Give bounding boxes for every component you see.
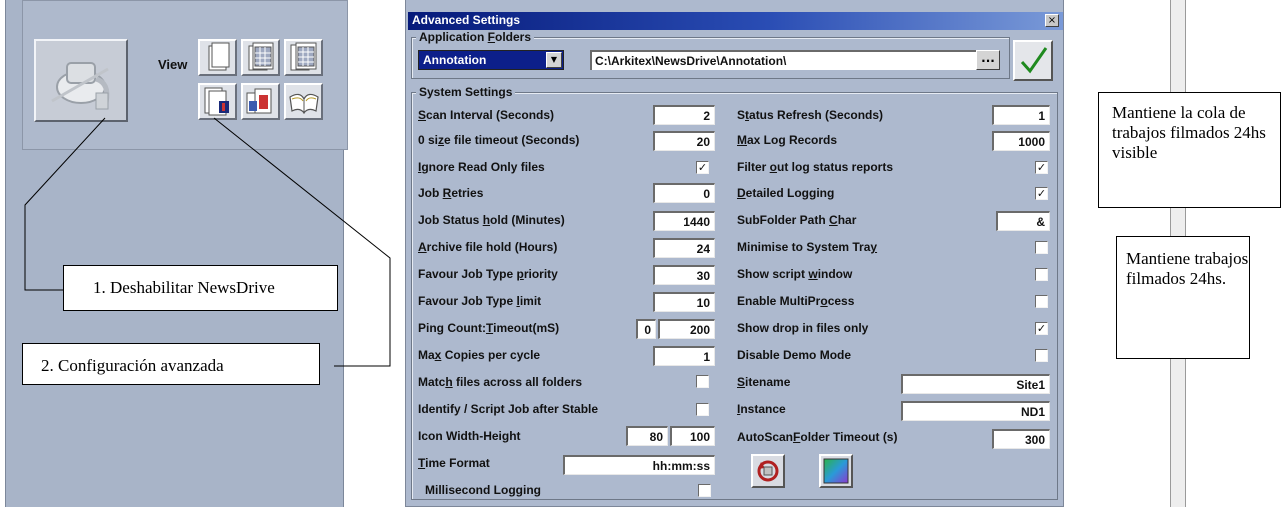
ignore-read-only-checkbox[interactable]: ✓ <box>696 161 709 174</box>
time-format-input[interactable]: hh:mm:ss <box>563 455 715 475</box>
application-folders-label: Application Folders <box>416 30 535 44</box>
chevron-down-icon[interactable]: ▼ <box>546 52 562 68</box>
instance-input[interactable]: ND1 <box>901 401 1050 421</box>
subfolder-char-label: SubFolder Path Char <box>737 213 857 227</box>
favour-limit-input[interactable]: 10 <box>653 292 715 312</box>
millisecond-logging-checkbox[interactable] <box>698 484 711 497</box>
note-queue-visible: Mantiene la cola de trabajos filmados 24… <box>1098 92 1281 208</box>
icon-width-height-label: Icon Width-Height <box>418 429 521 443</box>
instance-label: Instance <box>737 402 786 416</box>
autoscan-timeout-input[interactable]: 300 <box>992 429 1050 449</box>
favour-limit-label: Favour Job Type limit <box>418 294 542 308</box>
filter-log-checkbox[interactable]: ✓ <box>1035 161 1048 174</box>
favour-priority-input[interactable]: 30 <box>653 265 715 285</box>
folder-select[interactable]: Annotation ▼ <box>418 50 564 70</box>
scan-interval-label: Scan Interval (Seconds) <box>418 108 555 122</box>
show-script-checkbox[interactable] <box>1035 268 1048 281</box>
max-copies-label: Max Copies per cycle <box>418 348 541 362</box>
show-script-label: Show script window <box>737 267 853 281</box>
folder-path-input[interactable]: C:\Arkitex\NewsDrive\Annotation\ <box>590 50 976 70</box>
time-format-label: Time Format <box>418 456 490 470</box>
advanced-settings-dialog: Advanced Settings × Application Folders … <box>405 0 1064 507</box>
ping-count-input[interactable]: 0 <box>636 319 656 339</box>
detailed-logging-checkbox[interactable]: ✓ <box>1035 187 1048 200</box>
status-refresh-input[interactable]: 1 <box>992 105 1050 125</box>
zero-size-timeout-label: 0 size file timeout (Seconds) <box>418 133 580 147</box>
folder-select-value: Annotation <box>423 53 487 67</box>
ping-count-label: Ping Count:Timeout(mS) <box>418 321 560 335</box>
close-button[interactable]: × <box>1045 14 1059 27</box>
icon-width-input[interactable]: 80 <box>626 426 668 446</box>
note-jobs-kept: Mantiene trabajos filmados 24hs. <box>1116 236 1250 359</box>
enable-multiprocess-label: Enable MultiProcess <box>737 294 855 308</box>
archive-file-hold-label: Archive file hold (Hours) <box>418 240 558 254</box>
reset-button[interactable] <box>751 454 785 488</box>
archive-file-hold-input[interactable]: 24 <box>653 238 715 258</box>
job-status-hold-label: Job Status hold (Minutes) <box>418 213 565 227</box>
autoscan-timeout-label: AutoScanFolder Timeout (s) <box>737 430 898 444</box>
checkmark-icon <box>1020 47 1048 74</box>
max-copies-input[interactable]: 1 <box>653 346 715 366</box>
ignore-read-only-label: Ignore Read Only files <box>418 160 545 174</box>
ping-timeout-input[interactable]: 200 <box>658 319 715 339</box>
disable-demo-checkbox[interactable] <box>1035 349 1048 362</box>
icon-height-input[interactable]: 100 <box>670 426 715 446</box>
sitename-input[interactable]: Site1 <box>901 374 1050 394</box>
filter-log-label: Filter out log status reports <box>737 160 894 174</box>
minimise-tray-checkbox[interactable] <box>1035 241 1048 254</box>
max-log-records-label: Max Log Records <box>737 133 838 147</box>
identify-script-checkbox[interactable] <box>696 403 709 416</box>
color-palette-icon <box>823 458 849 484</box>
scan-interval-input[interactable]: 2 <box>653 105 715 125</box>
color-button[interactable] <box>819 454 853 488</box>
identify-script-label: Identify / Script Job after Stable <box>418 402 599 416</box>
max-log-records-input[interactable]: 1000 <box>992 131 1050 151</box>
dialog-title: Advanced Settings <box>412 13 521 27</box>
system-settings-label: System Settings <box>416 85 516 99</box>
enable-multiprocess-checkbox[interactable] <box>1035 295 1048 308</box>
status-refresh-label: Status Refresh (Seconds) <box>737 108 884 122</box>
dialog-titlebar[interactable]: Advanced Settings × <box>408 12 1063 30</box>
job-retries-label: Job Retries <box>418 186 484 200</box>
job-status-hold-input[interactable]: 1440 <box>653 211 715 231</box>
millisecond-logging-label: Millisecond Logging <box>425 483 541 497</box>
zero-size-timeout-input[interactable]: 20 <box>653 131 715 151</box>
subfolder-char-input[interactable]: & <box>996 211 1050 231</box>
browse-button[interactable]: ... <box>976 50 1000 70</box>
reset-icon <box>757 460 779 482</box>
sitename-label: Sitename <box>737 375 791 389</box>
disable-demo-label: Disable Demo Mode <box>737 348 852 362</box>
match-files-label: Match files across all folders <box>418 375 583 389</box>
favour-priority-label: Favour Job Type priority <box>418 267 558 281</box>
detailed-logging-label: Detailed Logging <box>737 186 835 200</box>
match-files-checkbox[interactable] <box>696 375 709 388</box>
show-drop-in-checkbox[interactable]: ✓ <box>1035 322 1048 335</box>
job-retries-input[interactable]: 0 <box>653 183 715 203</box>
ok-button[interactable] <box>1013 40 1053 81</box>
show-drop-in-label: Show drop in files only <box>737 321 869 335</box>
minimise-tray-label: Minimise to System Tray <box>737 240 878 254</box>
